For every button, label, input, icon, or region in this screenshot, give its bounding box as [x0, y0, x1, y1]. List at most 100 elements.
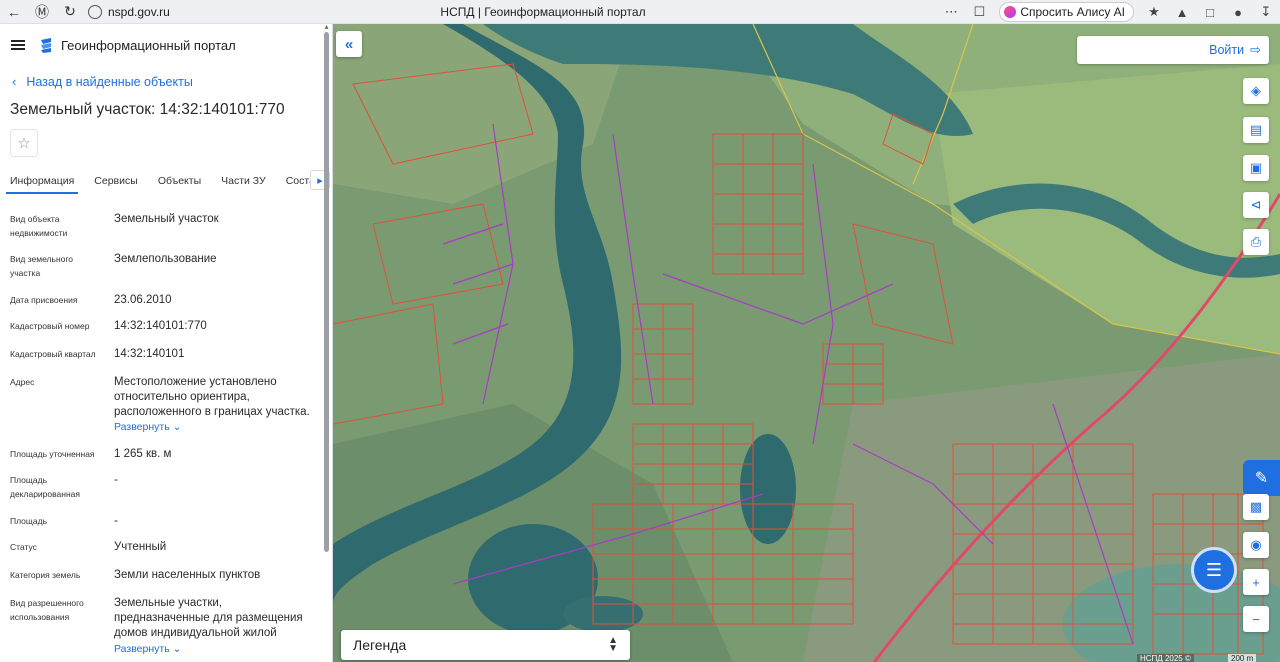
tab-parcel-parts[interactable]: Части ЗУ — [211, 168, 276, 194]
profile-extension-icon[interactable]: ● — [1224, 0, 1252, 24]
field-label: Адрес — [10, 377, 35, 387]
updown-chevron-icon: ▲ ▼ — [608, 635, 618, 654]
legend-label: Легенда — [353, 637, 407, 653]
collections-icon[interactable]: □ — [1196, 0, 1224, 24]
browser-toolbar: ← Ⓜ ↻ nspd.gov.ru НСПД | Геоинформационн… — [0, 0, 1280, 24]
back-link-label: Назад в найденные объекты — [26, 74, 193, 89]
object-info-panel: Геоинформационный портал ‹ Назад в найде… — [0, 24, 333, 662]
panel-scrollbar[interactable] — [324, 32, 329, 552]
field-value: 14:32:140101:770 — [114, 320, 207, 332]
extension-icon[interactable]: ★ — [1140, 0, 1168, 24]
field-value: Земельные участки, предназначенные для р… — [114, 597, 303, 639]
field-label: Вид земельного участка — [10, 254, 74, 278]
tab-services[interactable]: Сервисы — [84, 168, 148, 194]
login-arrow-icon: ⇨ — [1250, 42, 1261, 57]
portal-title: Геоинформационный портал — [61, 37, 236, 53]
alice-button[interactable]: Спросить Алису AI — [999, 2, 1134, 22]
geolocation-button[interactable]: ◉ — [1243, 532, 1269, 558]
layers-icon: ◈ — [1251, 83, 1261, 98]
small-lake — [563, 596, 643, 632]
back-to-results-link[interactable]: ‹ Назад в найденные объекты — [12, 74, 193, 89]
yandex-icon[interactable]: Ⓜ — [28, 0, 56, 24]
field-label: Статус — [10, 542, 37, 552]
panel-tabs: Информация Сервисы Объекты Части ЗУ Сост… — [0, 168, 322, 194]
field-label: Дата присвоения — [10, 295, 78, 305]
field-label: Вид разрешенного использования — [10, 598, 84, 622]
share-icon: ⊲ — [1250, 197, 1262, 212]
share-button[interactable]: ⊲ — [1243, 192, 1269, 218]
site-shield-icon — [88, 4, 102, 19]
plus-icon: + — [1252, 574, 1260, 590]
ruler-button[interactable]: ▤ — [1243, 117, 1269, 143]
field-label: Площадь — [10, 516, 48, 526]
address-bar[interactable]: nspd.gov.ru — [88, 0, 170, 24]
tab-objects[interactable]: Объекты — [148, 168, 211, 194]
feedback-tab-button[interactable]: ✎ — [1243, 460, 1280, 496]
minimap-button[interactable]: ▩ — [1243, 494, 1269, 520]
login-button[interactable]: Войти ⇨ — [1077, 36, 1269, 64]
parcel-title: Земельный участок: 14:32:140101:770 — [10, 101, 285, 118]
scroll-up-arrow-icon[interactable]: ▲ — [323, 24, 330, 31]
hat-extension-icon[interactable]: ▲ — [1168, 0, 1196, 24]
bookmark-icon[interactable]: ☐ — [965, 0, 993, 24]
ruler-icon: ▤ — [1249, 122, 1263, 137]
field-value: - — [114, 474, 118, 486]
minus-icon: − — [1252, 611, 1260, 627]
chevron-down-icon: ⌄ — [172, 643, 182, 655]
location-pin-icon: ◉ — [1250, 537, 1262, 552]
satellite-map[interactable] — [333, 24, 1280, 662]
field-value: - — [114, 515, 118, 527]
field-label: Площадь декларированная — [10, 475, 80, 499]
map-scale-bar: 200 m — [1228, 654, 1257, 662]
layers-button[interactable]: ◈ — [1243, 78, 1269, 104]
zoom-in-button[interactable]: + — [1243, 569, 1269, 595]
zoom-out-button[interactable]: − — [1243, 606, 1269, 632]
login-label: Войти — [1209, 43, 1245, 57]
expand-label: Развернуть — [114, 421, 170, 433]
print-icon: ⎙ — [1250, 234, 1262, 249]
download-icon[interactable]: ↧ — [1252, 0, 1280, 24]
back-arrow-icon[interactable]: ← — [0, 0, 28, 24]
portal-logo-icon — [41, 38, 51, 53]
field-value: Земли населенных пунктов — [114, 569, 261, 581]
map-canvas[interactable] — [333, 24, 1280, 662]
area-select-button[interactable]: ▣ — [1243, 155, 1269, 181]
field-value: Земельный участок — [114, 213, 219, 225]
minimap-icon: ▩ — [1249, 499, 1263, 514]
expand-usage-link[interactable]: Развернуть ⌄ — [114, 643, 181, 655]
expand-address-link[interactable]: Развернуть ⌄ — [114, 421, 181, 433]
field-value: 1 265 кв. м — [114, 448, 172, 460]
chevron-down-icon: ⌄ — [172, 421, 182, 433]
star-icon: ☆ — [17, 135, 31, 152]
legend-dropdown[interactable]: Легенда ▲ ▼ — [341, 630, 630, 660]
tab-info[interactable]: Информация — [0, 168, 84, 194]
chat-button[interactable]: ☰ — [1191, 547, 1237, 593]
alice-icon — [1004, 6, 1017, 18]
field-label: Вид объекта недвижимости — [10, 214, 68, 238]
field-label: Кадастровый номер — [10, 321, 90, 331]
field-value: 14:32:140101 — [114, 348, 185, 360]
field-label: Кадастровый квартал — [10, 349, 96, 359]
chevron-right-icon: ▸ — [317, 174, 323, 187]
more-dots-icon[interactable]: ⋯ — [937, 0, 965, 24]
field-value: Учтенный — [114, 541, 167, 553]
field-value: Местоположение установлено относительно … — [114, 376, 310, 418]
print-button[interactable]: ⎙ — [1243, 229, 1269, 255]
chat-bubble-icon: ☰ — [1205, 559, 1223, 580]
alice-label: Спросить Алису AI — [1020, 5, 1125, 19]
field-label: Категория земель — [10, 570, 81, 580]
expand-label: Развернуть — [114, 643, 170, 655]
feedback-icon: ✎ — [1254, 470, 1269, 487]
field-value: 23.06.2010 — [114, 294, 172, 306]
menu-icon[interactable] — [11, 40, 25, 50]
select-area-icon: ▣ — [1249, 160, 1263, 175]
field-value: Землепользование — [114, 253, 217, 265]
favorite-star-button[interactable]: ☆ — [10, 129, 38, 157]
panel-header: Геоинформационный портал — [0, 24, 332, 66]
reload-icon[interactable]: ↻ — [56, 0, 84, 24]
double-chevron-left-icon: « — [344, 35, 354, 53]
collapse-panel-button[interactable]: « — [336, 31, 362, 57]
field-label: Площадь уточненная — [10, 449, 95, 459]
chevron-left-icon: ‹ — [12, 74, 17, 89]
pond — [740, 434, 796, 544]
